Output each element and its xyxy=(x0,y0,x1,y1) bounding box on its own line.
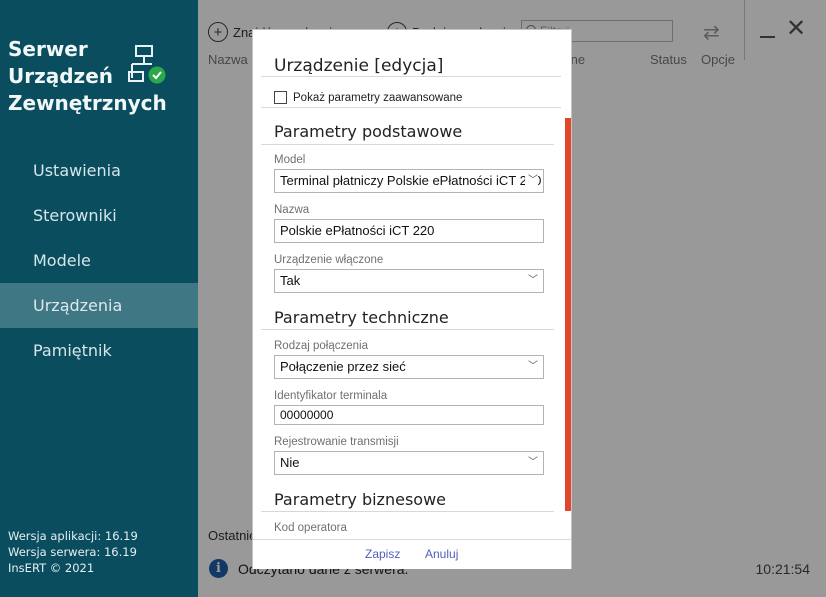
section-technical-divider xyxy=(261,329,554,330)
enabled-select[interactable]: Tak ﹀ xyxy=(274,269,544,293)
copyright: InsERT © 2021 xyxy=(8,561,95,575)
checkbox-divider xyxy=(261,107,561,108)
section-business-divider xyxy=(261,511,554,512)
enabled-label: Urządzenie włączone xyxy=(274,254,384,266)
device-edit-dialog: Urządzenie [edycja] Pokaż parametry zaaw… xyxy=(252,29,572,569)
show-advanced-label: Pokaż parametry zaawansowane xyxy=(293,91,463,104)
enabled-value: Tak xyxy=(280,273,301,288)
title-divider xyxy=(261,76,561,77)
server-version: Wersja serwera: 16.19 xyxy=(8,545,137,559)
terminal-id-label: Identyfikator terminala xyxy=(274,390,388,402)
chevron-down-icon: ﹀ xyxy=(525,452,538,474)
connection-select[interactable]: Połączenie przez sieć ﹀ xyxy=(274,355,544,379)
sidebar-item-settings[interactable]: Ustawienia xyxy=(0,148,198,193)
terminal-id-value: 00000000 xyxy=(280,408,334,422)
app-version: Wersja aplikacji: 16.19 xyxy=(8,529,138,543)
name-value: Polskie ePłatności iCT 220 xyxy=(280,223,435,238)
section-basic-title: Parametry podstawowe xyxy=(274,122,463,141)
show-advanced-checkbox[interactable]: Pokaż parametry zaawansowane xyxy=(274,91,462,104)
logging-select[interactable]: Nie ﹀ xyxy=(274,451,544,475)
sidebar-item-devices[interactable]: Urządzenia xyxy=(0,283,198,328)
dialog-footer xyxy=(253,539,571,569)
section-technical-title: Parametry techniczne xyxy=(274,308,449,327)
connection-value: Połączenie przez sieć xyxy=(280,359,406,374)
terminal-id-input[interactable]: 00000000 xyxy=(274,405,544,425)
sidebar-nav: Ustawienia Sterowniki Modele Urządzenia … xyxy=(0,148,198,373)
name-label: Nazwa xyxy=(274,204,310,216)
version-info: Wersja aplikacji: 16.19 Wersja serwera: … xyxy=(8,528,138,576)
save-button[interactable]: Zapisz xyxy=(365,547,400,561)
connection-label: Rodzaj połączenia xyxy=(274,340,368,352)
sidebar-item-models[interactable]: Modele xyxy=(0,238,198,283)
checkbox-box[interactable] xyxy=(274,91,287,104)
model-label: Model xyxy=(274,154,306,166)
device-server-check-icon xyxy=(128,45,166,84)
logging-label: Rejestrowanie transmisji xyxy=(274,436,399,448)
app-title-line3: Zewnętrznych xyxy=(8,91,167,115)
operator-code-label: Kod operatora xyxy=(274,522,347,534)
chevron-down-icon: ﹀ xyxy=(525,270,538,292)
section-business-title: Parametry biznesowe xyxy=(274,490,446,509)
model-value: Terminal płatniczy Polskie ePłatności iC… xyxy=(280,173,542,188)
name-input[interactable]: Polskie ePłatności iCT 220 xyxy=(274,219,544,243)
chevron-down-icon: ﹀ xyxy=(525,356,538,378)
sidebar: Serwer Urządzeń Zewnętrznych Ustawienia … xyxy=(0,0,198,597)
dialog-title: Urządzenie [edycja] xyxy=(274,56,444,76)
chevron-down-icon: ﹀ xyxy=(525,170,538,192)
sidebar-item-drivers[interactable]: Sterowniki xyxy=(0,193,198,238)
scrollbar[interactable] xyxy=(565,118,571,511)
sidebar-item-journal[interactable]: Pamiętnik xyxy=(0,328,198,373)
cancel-button[interactable]: Anuluj xyxy=(425,547,458,561)
logging-value: Nie xyxy=(280,455,300,470)
model-select[interactable]: Terminal płatniczy Polskie ePłatności iC… xyxy=(274,169,544,193)
section-basic-divider xyxy=(261,144,554,145)
